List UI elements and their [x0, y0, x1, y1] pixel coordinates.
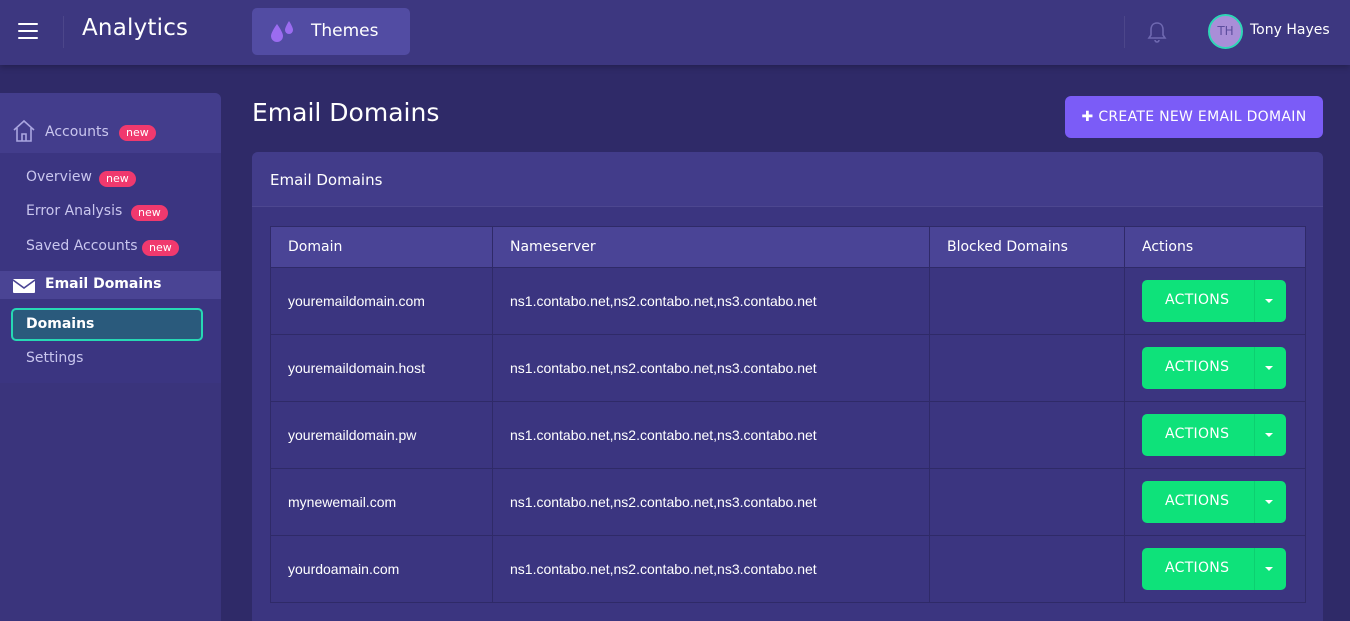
new-badge: new — [99, 171, 136, 187]
plus-icon: ✚ — [1081, 109, 1094, 125]
actions-label: ACTIONS — [1165, 493, 1230, 509]
sidebar-item-error-analysis[interactable]: Error Analysis — [26, 203, 122, 219]
sidebar-section-email-domains[interactable]: Email Domains — [0, 271, 221, 299]
divider — [1254, 347, 1255, 389]
create-email-domain-button[interactable]: ✚ CREATE NEW EMAIL DOMAIN — [1065, 96, 1323, 138]
sidebar-section-accounts[interactable]: Accounts new — [0, 93, 221, 153]
column-header-nameserver: Nameserver — [492, 226, 930, 268]
table-row: youremaildomain.com ns1.contabo.net,ns2.… — [270, 267, 1306, 335]
new-badge: new — [131, 205, 168, 221]
themes-label: Themes — [311, 21, 379, 41]
table-row: mynewemail.com ns1.contabo.net,ns2.conta… — [270, 468, 1306, 536]
sidebar-item-settings[interactable]: Settings — [26, 350, 83, 366]
actions-cell: ACTIONS — [1124, 334, 1306, 402]
page-title: Email Domains — [252, 98, 440, 127]
sidebar: Accounts new Overview new Error Analysis… — [0, 93, 221, 621]
actions-dropdown-button[interactable]: ACTIONS — [1142, 414, 1286, 456]
caret-down-icon[interactable] — [1265, 299, 1273, 303]
actions-cell: ACTIONS — [1124, 468, 1306, 536]
table-row: youremaildomain.host ns1.contabo.net,ns2… — [270, 334, 1306, 402]
divider — [1254, 414, 1255, 456]
divider — [1124, 16, 1125, 48]
column-header-blocked-domains: Blocked Domains — [929, 226, 1125, 268]
sidebar-section-label: Accounts — [45, 124, 109, 140]
sidebar-item-saved-accounts[interactable]: Saved Accounts — [26, 238, 138, 254]
table-row: youremaildomain.pw ns1.contabo.net,ns2.c… — [270, 401, 1306, 469]
divider — [1254, 548, 1255, 590]
caret-down-icon[interactable] — [1265, 500, 1273, 504]
nameserver-cell: ns1.contabo.net,ns2.contabo.net,ns3.cont… — [492, 535, 930, 603]
user-name[interactable]: Tony Hayes — [1250, 22, 1330, 38]
caret-down-icon[interactable] — [1265, 433, 1273, 437]
menu-icon[interactable] — [18, 23, 38, 41]
divider — [1254, 280, 1255, 322]
sidebar-item-overview[interactable]: Overview — [26, 169, 92, 185]
envelope-icon — [12, 279, 36, 293]
actions-dropdown-button[interactable]: ACTIONS — [1142, 481, 1286, 523]
actions-label: ACTIONS — [1165, 426, 1230, 442]
domain-cell: yourdoamain.com — [270, 535, 493, 603]
blocked-domains-cell — [929, 401, 1125, 469]
card-header: Email Domains — [252, 152, 1323, 207]
themes-button[interactable]: Themes — [252, 8, 410, 55]
caret-down-icon[interactable] — [1265, 366, 1273, 370]
app-title: Analytics — [82, 15, 189, 41]
blocked-domains-cell — [929, 267, 1125, 335]
table-row: yourdoamain.com ns1.contabo.net,ns2.cont… — [270, 535, 1306, 603]
actions-dropdown-button[interactable]: ACTIONS — [1142, 280, 1286, 322]
avatar[interactable]: TH — [1208, 14, 1243, 49]
caret-down-icon[interactable] — [1265, 567, 1273, 571]
sidebar-item-domains[interactable]: Domains — [11, 308, 203, 341]
divider — [63, 16, 64, 48]
actions-dropdown-button[interactable]: ACTIONS — [1142, 548, 1286, 590]
domain-cell: youremaildomain.host — [270, 334, 493, 402]
column-header-domain: Domain — [270, 226, 493, 268]
blocked-domains-cell — [929, 334, 1125, 402]
actions-cell: ACTIONS — [1124, 401, 1306, 469]
card-title: Email Domains — [270, 171, 383, 189]
blocked-domains-cell — [929, 535, 1125, 603]
new-badge: new — [119, 125, 156, 141]
table-header-row: Domain Nameserver Blocked Domains Action… — [270, 226, 1306, 268]
actions-label: ACTIONS — [1165, 560, 1230, 576]
sidebar-item-label: Domains — [26, 316, 95, 332]
new-badge: new — [142, 240, 179, 256]
top-bar: Analytics Themes TH Tony Hayes — [0, 0, 1350, 65]
actions-cell: ACTIONS — [1124, 535, 1306, 603]
actions-label: ACTIONS — [1165, 359, 1230, 375]
home-icon — [13, 119, 35, 142]
actions-cell: ACTIONS — [1124, 267, 1306, 335]
droplets-icon — [271, 21, 293, 42]
nameserver-cell: ns1.contabo.net,ns2.contabo.net,ns3.cont… — [492, 267, 930, 335]
sidebar-section-label: Email Domains — [45, 276, 162, 292]
create-button-label: CREATE NEW EMAIL DOMAIN — [1098, 109, 1307, 125]
accounts-submenu: Overview new Error Analysis new Saved Ac… — [0, 153, 221, 271]
domains-table: Domain Nameserver Blocked Domains Action… — [270, 226, 1306, 603]
divider — [1254, 481, 1255, 523]
nameserver-cell: ns1.contabo.net,ns2.contabo.net,ns3.cont… — [492, 401, 930, 469]
bell-icon[interactable] — [1146, 20, 1168, 44]
nameserver-cell: ns1.contabo.net,ns2.contabo.net,ns3.cont… — [492, 334, 930, 402]
column-header-actions: Actions — [1124, 226, 1306, 268]
domain-cell: youremaildomain.com — [270, 267, 493, 335]
domain-cell: youremaildomain.pw — [270, 401, 493, 469]
actions-label: ACTIONS — [1165, 292, 1230, 308]
nameserver-cell: ns1.contabo.net,ns2.contabo.net,ns3.cont… — [492, 468, 930, 536]
blocked-domains-cell — [929, 468, 1125, 536]
domain-cell: mynewemail.com — [270, 468, 493, 536]
actions-dropdown-button[interactable]: ACTIONS — [1142, 347, 1286, 389]
